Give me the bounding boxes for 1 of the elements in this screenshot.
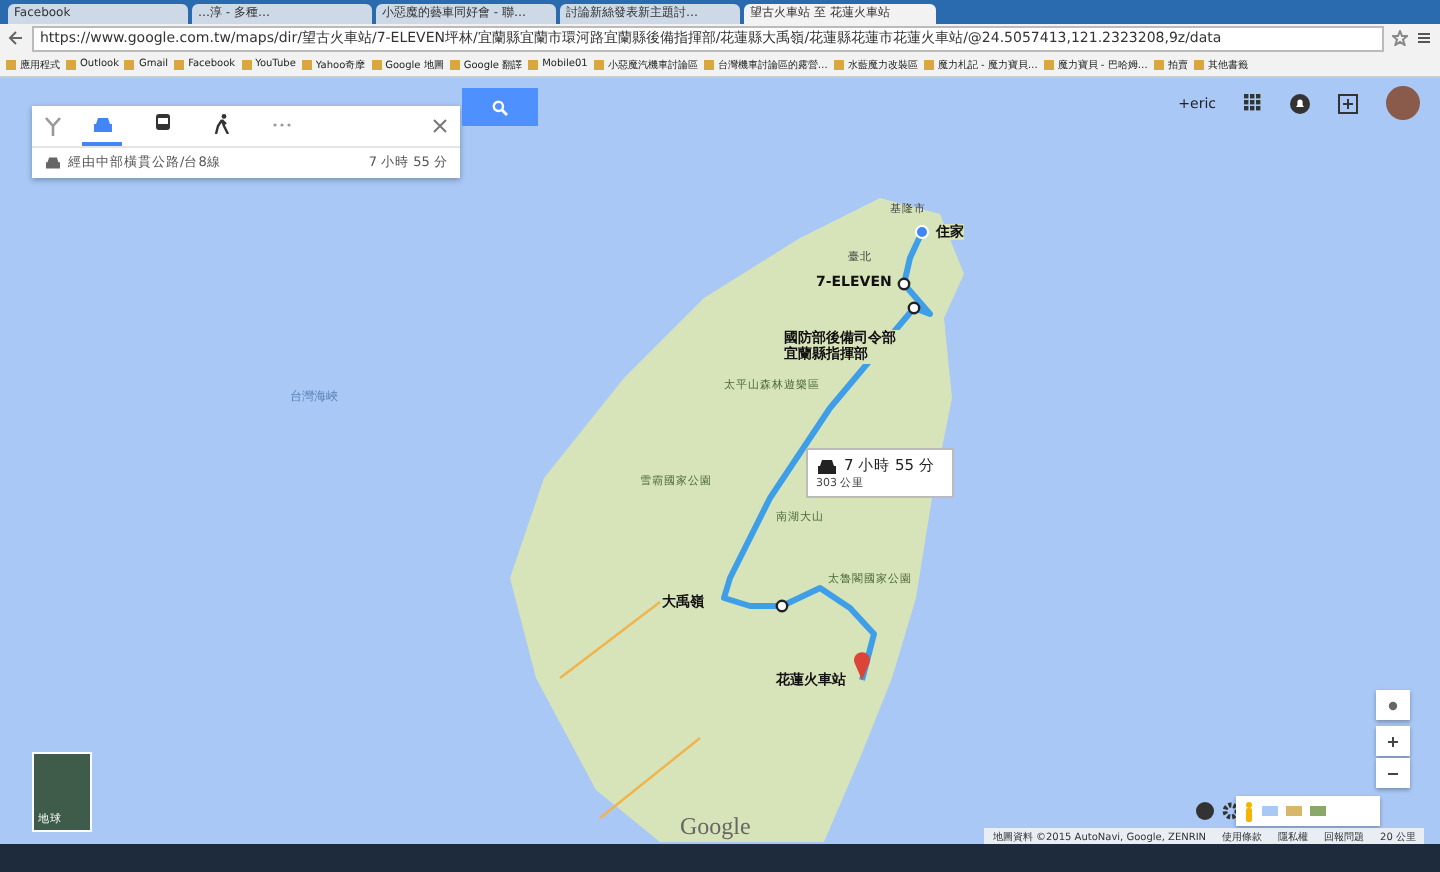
google-logo: Google [680, 812, 751, 842]
